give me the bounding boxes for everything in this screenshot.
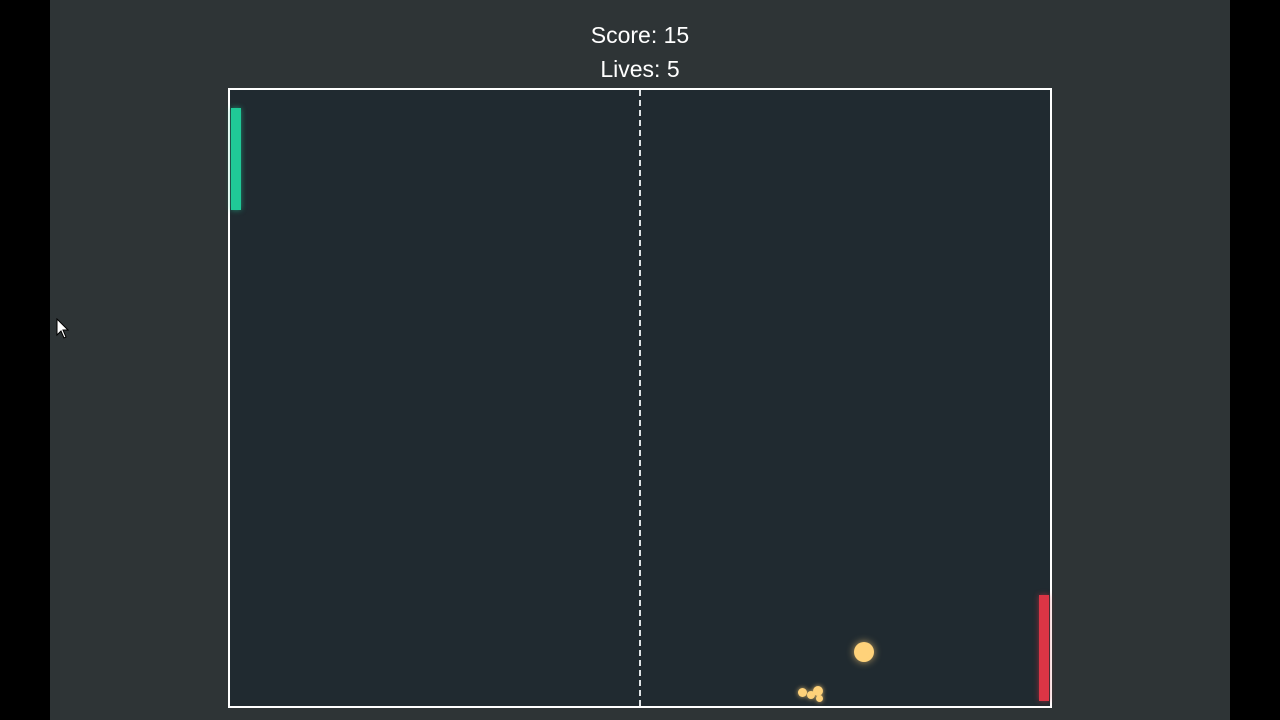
ball-trail-particle	[816, 695, 823, 702]
mouse-pointer-icon	[56, 318, 70, 339]
game-viewport: Score: 15 Lives: 5	[50, 0, 1230, 720]
center-net-line	[639, 90, 641, 706]
player-paddle-left[interactable]	[231, 108, 241, 210]
ball-trail-particle	[798, 688, 807, 697]
ball	[854, 642, 874, 662]
opponent-paddle-right	[1039, 595, 1049, 701]
game-board[interactable]	[228, 88, 1052, 708]
score-display: Score: 15	[590, 22, 690, 48]
lives-display: Lives: 5	[600, 56, 680, 82]
